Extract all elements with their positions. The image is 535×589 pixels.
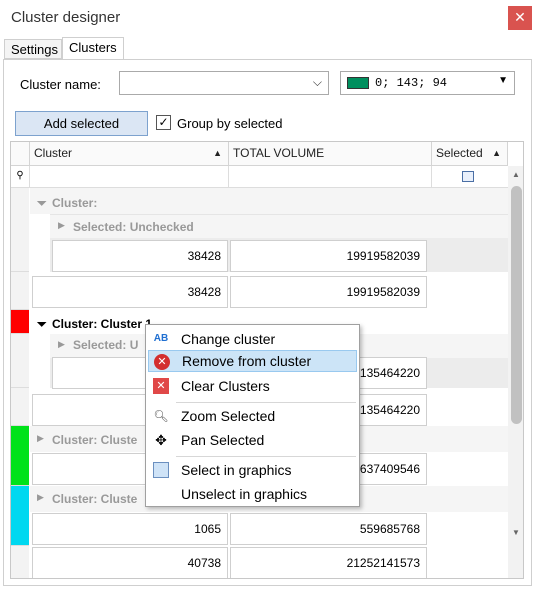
cluster-name-label: Cluster name: [20, 77, 101, 92]
tab-clusters[interactable]: Clusters [62, 37, 124, 59]
group-label: Cluster: Cluste [52, 433, 138, 447]
zoom-icon: 🔍︎ [153, 409, 169, 423]
subgroup-label: Selected: Unchecked [73, 220, 194, 234]
cell-value[interactable]: 1065 [32, 513, 228, 545]
row-indicator [11, 334, 29, 388]
group-expand-icon[interactable]: ▶ [37, 433, 44, 444]
row-indicator [11, 272, 29, 310]
filter-checkbox[interactable] [462, 171, 474, 182]
menu-item-zoom-selected[interactable]: 🔍︎ Zoom Selected [148, 405, 357, 427]
menu-item-label: Select in graphics [181, 462, 292, 478]
row-indicator-cluster2 [11, 426, 29, 486]
row-indicator [11, 546, 29, 578]
menu-item-change-cluster[interactable]: AB Change cluster [148, 328, 357, 350]
close-button[interactable]: ✕ [508, 6, 532, 30]
remove-icon: ✕ [154, 354, 170, 370]
header-corner [11, 142, 30, 166]
window-title: Cluster designer [11, 9, 121, 26]
tab-settings[interactable]: Settings [4, 39, 62, 59]
header-selected[interactable]: Selected ▲ [432, 142, 508, 166]
filter-total-volume[interactable] [229, 166, 432, 188]
chevron-down-icon: ⌵ [312, 75, 322, 89]
color-value: 0; 143; 94 [375, 76, 448, 90]
group-by-selected-label: Group by selected [177, 116, 283, 131]
color-picker[interactable]: 0; 143; 94 ▼ [340, 71, 515, 95]
menu-item-label: Clear Clusters [181, 378, 270, 394]
menu-item-label: Remove from cluster [182, 353, 312, 369]
menu-separator [176, 456, 356, 457]
group-row[interactable] [30, 188, 508, 214]
menu-item-pan-selected[interactable]: ✥ Pan Selected [148, 429, 357, 451]
menu-item-label: Unselect in graphics [181, 486, 308, 502]
scroll-thumb[interactable] [511, 186, 522, 424]
vertical-scrollbar[interactable]: ▲ ▼ [508, 166, 523, 578]
cell-value[interactable]: 559685768 [230, 513, 427, 545]
cell-value[interactable]: 19919582039 [230, 276, 427, 308]
menu-item-label: Pan Selected [181, 432, 265, 448]
scroll-up-icon[interactable]: ▲ [512, 170, 520, 179]
row-indicator-cluster3 [11, 486, 29, 546]
color-swatch [347, 77, 369, 89]
menu-item-select-in-graphics[interactable]: Select in graphics [148, 459, 357, 481]
subgroup-expand-icon[interactable]: ▶ [58, 339, 65, 350]
cell-value[interactable]: 19919582039 [230, 240, 427, 272]
filter-selected[interactable] [432, 166, 508, 188]
menu-item-label: Zoom Selected [181, 408, 276, 424]
menu-item-clear-clusters[interactable]: ✕ Clear Clusters [148, 375, 357, 397]
group-label: Cluster: Cluster 1 [52, 317, 153, 331]
group-expand-icon[interactable]: ▶ [37, 492, 44, 503]
row-indicator [11, 388, 29, 426]
row-indicator-cluster1 [11, 310, 29, 334]
filter-pin-icon[interactable]: ⚲ [11, 166, 30, 188]
subgroup-label: Selected: U [73, 338, 139, 352]
cell-value[interactable]: 38428 [52, 240, 228, 272]
clear-icon: ✕ [153, 378, 169, 394]
sort-asc-icon: ▲ [492, 148, 501, 158]
subgroup-expand-icon[interactable]: ▶ [58, 220, 65, 231]
header-total-volume[interactable]: TOTAL VOLUME [229, 142, 432, 166]
group-expand-icon[interactable]: ⏷ [37, 196, 47, 211]
group-expand-icon[interactable]: ⏷ [37, 317, 47, 332]
select-graphics-icon [153, 462, 169, 478]
header-cluster-label: Cluster [34, 146, 73, 160]
header-selected-label: Selected [436, 146, 483, 160]
change-cluster-icon: AB [153, 333, 169, 344]
menu-item-unselect-in-graphics[interactable]: Unselect in graphics [148, 483, 357, 505]
menu-item-remove-from-cluster[interactable]: ✕ Remove from cluster [148, 350, 357, 372]
cell-value[interactable]: 21252141573 [230, 547, 427, 578]
dropdown-arrow-icon: ▼ [498, 75, 508, 86]
scroll-down-icon[interactable]: ▼ [512, 528, 520, 537]
add-selected-button[interactable]: Add selected [15, 111, 148, 136]
pan-icon: ✥ [155, 432, 167, 448]
group-by-selected-checkbox[interactable]: ✓ [156, 115, 171, 130]
menu-item-label: Change cluster [181, 331, 276, 347]
header-cluster[interactable]: Cluster ▲ [30, 142, 229, 166]
group-label: Cluster: Cluste [52, 492, 138, 506]
row-indicator [11, 188, 29, 272]
context-menu: AB Change cluster ✕ Remove from cluster … [145, 324, 360, 507]
cell-value[interactable]: 40738 [32, 547, 228, 578]
menu-separator [176, 402, 356, 403]
filter-cluster[interactable] [30, 166, 229, 188]
cell-value[interactable]: 38428 [32, 276, 228, 308]
sort-asc-icon: ▲ [213, 148, 222, 158]
cluster-name-combo[interactable]: ⌵ [119, 71, 329, 95]
group-label: Cluster: [52, 196, 98, 210]
